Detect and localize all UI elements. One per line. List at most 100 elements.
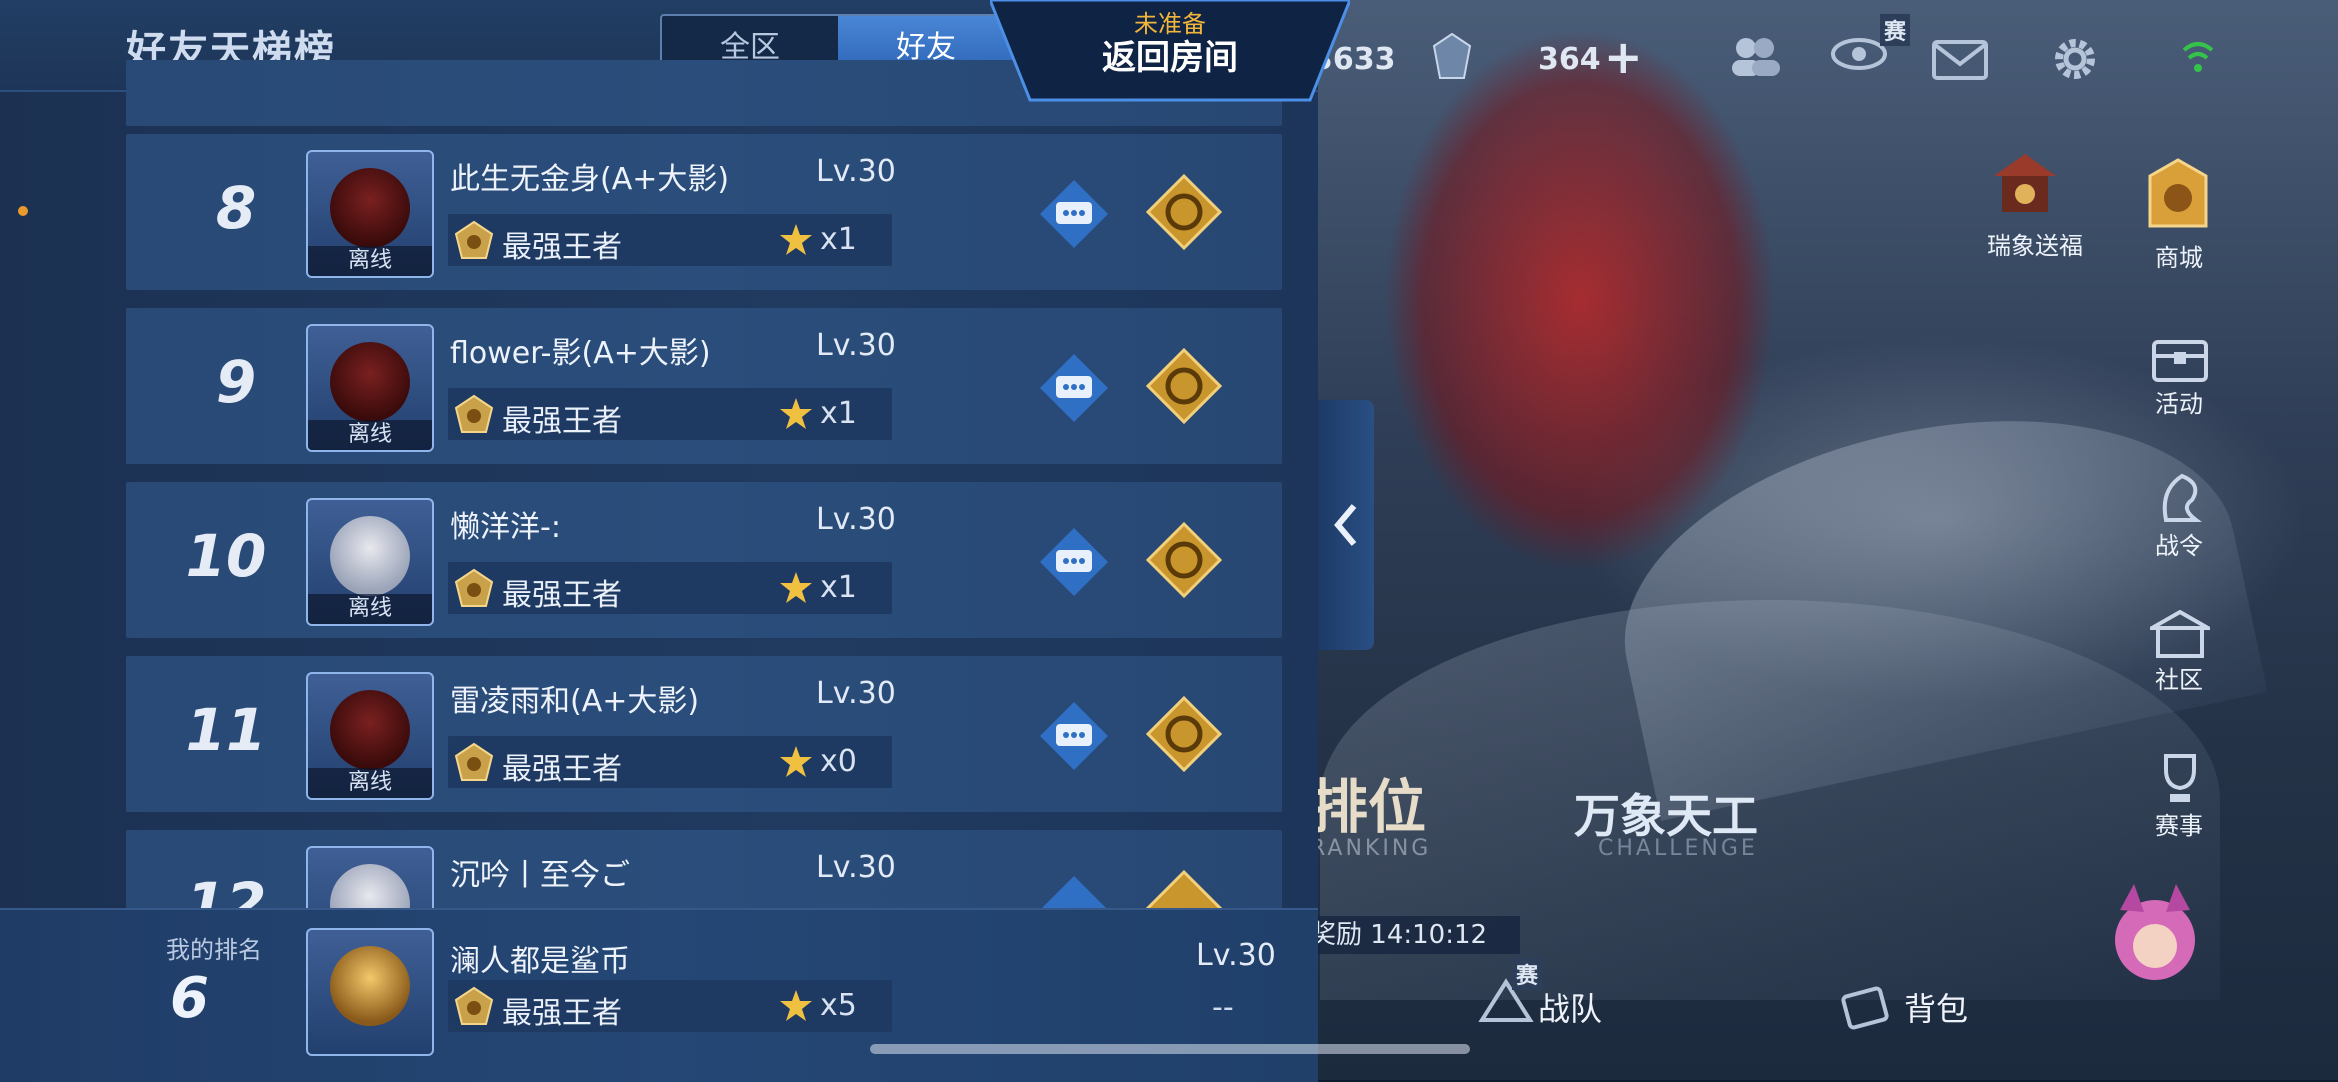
temple-icon[interactable] — [1990, 150, 2060, 224]
offline-status: 离线 — [308, 594, 432, 624]
rank-number: 12 — [185, 870, 267, 910]
star-icon — [780, 398, 812, 429]
rank-number: 9 — [215, 348, 257, 416]
trophy-icon[interactable] — [2152, 750, 2208, 810]
mascot-avatar[interactable] — [2100, 880, 2210, 994]
player-name: 此生无金身(A+大影) — [450, 162, 730, 197]
menu-label-activity[interactable]: 活动 — [2134, 384, 2224, 419]
player-name: 雷凌雨和(A+大影) — [450, 684, 700, 719]
add-token-button[interactable]: + — [1604, 30, 1643, 84]
avatar[interactable]: 离线 — [306, 672, 434, 800]
king-tier-icon — [454, 986, 494, 1025]
offline-status: 离线 — [308, 420, 432, 450]
rank-number: 11 — [185, 696, 267, 764]
ranking-list[interactable]: 8 离线 此生无金身(A+大影) Lv.30 最强王者 x1 9 离线 flow… — [126, 60, 1282, 910]
dragon-icon[interactable] — [2156, 470, 2206, 528]
table-row[interactable]: 12 沉吟丨至今ご Lv.30 — [126, 830, 1282, 910]
menu-label-battlepass[interactable]: 战令 — [2134, 526, 2224, 561]
menu-label-shop[interactable]: 商城 — [2134, 238, 2224, 273]
king-tier-icon — [454, 742, 494, 781]
player-level: Lv.30 — [816, 328, 896, 363]
tier-name: 最强王者 — [502, 230, 622, 265]
chat-icon[interactable] — [1038, 352, 1110, 424]
table-row[interactable]: 10 离线 懒洋洋-: Lv.30 最强王者 x1 — [126, 482, 1282, 638]
my-rank-number: 6 — [170, 966, 209, 1031]
chevron-left-icon — [1334, 504, 1357, 546]
settings-gear-icon[interactable] — [2050, 34, 2100, 88]
friends-icon[interactable] — [1728, 34, 1782, 82]
menu-label-ruixiang[interactable]: 瑞象送福 — [1970, 226, 2100, 261]
token-amount: 364 — [1538, 42, 1601, 77]
gift-coin-icon[interactable] — [1146, 174, 1222, 250]
community-icon[interactable] — [2144, 609, 2216, 662]
avatar[interactable] — [306, 928, 434, 1056]
menu-label-community[interactable]: 社区 — [2134, 660, 2224, 695]
rank-number: 10 — [185, 522, 267, 590]
gift-coin-icon[interactable] — [1146, 696, 1222, 772]
ranked-mode-subtitle: RANKING — [1310, 836, 1432, 861]
tier-name: 最强王者 — [502, 404, 622, 439]
menu-label-events[interactable]: 赛事 — [2134, 806, 2224, 841]
live-badge: 赛 — [1880, 14, 1911, 46]
player-name: 沉吟丨至今ご — [450, 858, 630, 893]
return-room-button[interactable]: 未准备 返回房间 — [990, 0, 1350, 104]
tier-name: 最强王者 — [502, 752, 622, 787]
king-tier-icon — [454, 568, 494, 607]
my-rank-extra: -- — [1212, 990, 1234, 1025]
challenge-mode-subtitle: CHALLENGE — [1598, 836, 1758, 861]
ranked-mode-title[interactable]: 排位 — [1310, 760, 1426, 844]
reward-timer: 奖励 14:10:12 — [1300, 916, 1520, 954]
collapse-panel-button[interactable] — [1318, 400, 1374, 650]
tier-bar: 最强王者 x1 — [448, 214, 892, 266]
player-level: Lv.30 — [1196, 938, 1276, 973]
bag-icon[interactable] — [1840, 980, 1890, 1034]
chat-icon[interactable] — [1038, 526, 1110, 598]
rank-number: 8 — [215, 174, 257, 242]
tier-bar: 最强王者 x0 — [448, 736, 892, 788]
player-level: Lv.30 — [816, 850, 896, 885]
king-tier-icon — [454, 394, 494, 433]
chat-icon[interactable] — [1038, 700, 1110, 772]
avatar[interactable]: 离线 — [306, 150, 434, 278]
star-icon — [780, 572, 812, 603]
my-rank-bar: 我的排名 6 澜人都是鲨币 Lv.30 最强王者 x5 -- — [0, 908, 1318, 1082]
tier-bar: 最强王者 x1 — [448, 562, 892, 614]
player-level: Lv.30 — [816, 676, 896, 711]
gift-coin-icon[interactable] — [1146, 522, 1222, 598]
return-room-label: 返回房间 — [1102, 38, 1238, 78]
chest-icon[interactable] — [2150, 330, 2210, 390]
team-button[interactable]: 战队 — [1538, 984, 1602, 1030]
gift-coin-icon[interactable] — [1146, 348, 1222, 424]
crystal-icon — [1432, 32, 1472, 84]
shop-icon[interactable] — [2140, 156, 2216, 236]
avatar[interactable]: 离线 — [306, 498, 434, 626]
offline-status: 离线 — [308, 246, 432, 276]
avatar[interactable] — [306, 846, 434, 910]
table-row[interactable]: 11 离线 雷凌雨和(A+大影) Lv.30 最强王者 x0 — [126, 656, 1282, 812]
wifi-signal-icon — [2180, 36, 2216, 80]
player-level: Lv.30 — [816, 154, 896, 189]
star-icon — [780, 224, 812, 255]
table-row[interactable]: 8 离线 此生无金身(A+大影) Lv.30 最强王者 x1 — [126, 134, 1282, 290]
star-count: x1 — [820, 570, 857, 605]
chat-icon[interactable] — [1038, 178, 1110, 250]
chat-icon[interactable] — [1038, 874, 1110, 910]
bag-button[interactable]: 背包 — [1904, 984, 1968, 1030]
star-count: x1 — [820, 222, 857, 257]
star-count: x5 — [820, 988, 857, 1023]
offline-status: 离线 — [308, 768, 432, 798]
star-count: x1 — [820, 396, 857, 431]
tier-bar: 最强王者 x1 — [448, 388, 892, 440]
star-icon — [780, 746, 812, 777]
my-rank-label: 我的排名 — [166, 936, 262, 964]
scroll-indicator — [870, 1044, 1470, 1054]
star-count: x0 — [820, 744, 857, 779]
page-dot — [18, 206, 28, 216]
mail-icon[interactable] — [1932, 40, 1988, 84]
tier-name: 最强王者 — [502, 996, 622, 1031]
avatar[interactable]: 离线 — [306, 324, 434, 452]
player-name: 澜人都是鲨币 — [450, 944, 630, 979]
gift-coin-icon[interactable] — [1146, 870, 1222, 910]
table-row[interactable]: 9 离线 flower-影(A+大影) Lv.30 最强王者 x1 — [126, 308, 1282, 464]
friend-ladder-panel: 好友天梯榜 全区 好友 8 离线 此生无金身(A+大影) Lv.30 最强王者 … — [0, 0, 1318, 1082]
